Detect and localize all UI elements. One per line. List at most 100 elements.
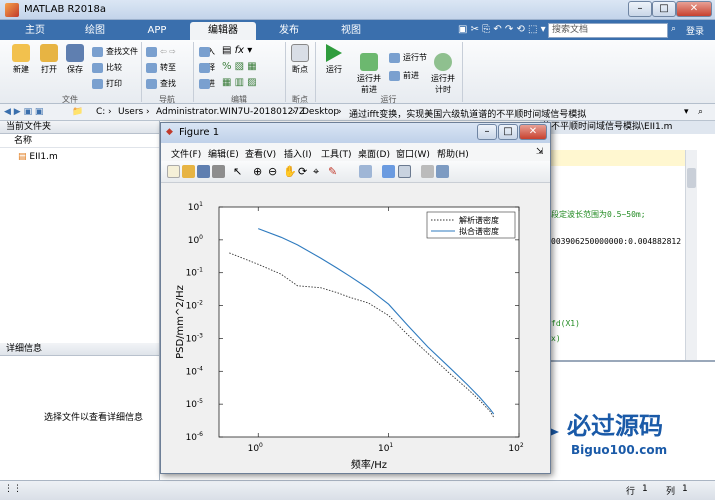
legend-icon[interactable] xyxy=(398,165,411,178)
run-and-time-button[interactable]: 运行并 计时 xyxy=(428,44,458,95)
menubar-dock-icon[interactable]: ⇲ xyxy=(536,147,544,157)
tab-editor[interactable]: 编辑器 xyxy=(190,22,256,40)
save-button[interactable]: 保存 xyxy=(62,44,88,75)
login-link[interactable]: 登录 xyxy=(686,24,704,37)
psd-chart[interactable]: 100 101 10210-610-510-410-310-210-1100101 … xyxy=(165,184,546,471)
breadcrumb-desktop[interactable]: Desktop xyxy=(302,107,339,117)
run-and-advance-button[interactable]: 运行并 前进 xyxy=(354,44,384,95)
breadcrumb-drive[interactable]: C: xyxy=(96,107,105,117)
details-header: 详细信息 xyxy=(0,343,159,356)
run-section-button[interactable]: 运行节 xyxy=(389,52,427,64)
watermark-url: Biguo100.com xyxy=(571,443,667,457)
new-icon xyxy=(12,44,30,62)
menu-view[interactable]: 查看(V) xyxy=(245,147,276,160)
pointer-icon[interactable]: ↖ xyxy=(233,165,246,178)
menu-desktop[interactable]: 桌面(D) xyxy=(358,147,390,160)
figure-maximize-button[interactable]: □ xyxy=(498,124,518,140)
figure-title-bar[interactable]: ◆ Figure 1 – □ ✕ xyxy=(161,123,550,143)
zoom-in-icon[interactable]: ⊕ xyxy=(253,165,266,178)
col-value: 1 xyxy=(682,484,688,494)
figure-menubar: 文件(F) 编辑(E) 查看(V) 插入(I) 工具(T) 桌面(D) 窗口(W… xyxy=(161,143,550,161)
code-line[interactable]: 003906250000000:0.004882812 xyxy=(551,237,681,246)
tab-plots[interactable]: 绘图 xyxy=(66,22,124,40)
address-bar[interactable]: ◀ ▶ ▣ ▣ 📁 C: › Users › Administrator.WIN… xyxy=(0,104,715,121)
comment-tool-icons[interactable]: % ▧ ▦ xyxy=(222,61,257,72)
print-figure-icon[interactable] xyxy=(212,165,225,178)
compare-button[interactable]: 比较 xyxy=(92,62,122,74)
new-figure-icon[interactable] xyxy=(167,165,180,178)
y-tick-label: 10-4 xyxy=(186,365,204,377)
quick-access-icons[interactable]: ▣ ✂ ⎘ ↶ ↷ ⟲ ⬚ ▾ xyxy=(458,24,546,35)
figure-logo-icon: ◆ xyxy=(166,127,173,137)
open-folder-icon xyxy=(40,44,58,62)
row-label: 行 xyxy=(626,487,636,497)
address-browse-icon[interactable]: ⌕ xyxy=(698,107,703,117)
colorbar-icon[interactable] xyxy=(382,165,395,178)
brush-icon[interactable]: ✎ xyxy=(328,165,341,178)
code-line[interactable]: fd(X1) xyxy=(551,319,580,328)
advance-button[interactable]: 前进 xyxy=(389,70,419,82)
minimize-button[interactable]: – xyxy=(628,1,652,17)
code-line[interactable]: 段定波长范围为0.5~50m; xyxy=(551,209,646,220)
insert-button[interactable]: 插入 xyxy=(199,46,215,58)
rotate-icon[interactable]: ⟳ xyxy=(298,165,311,178)
open-file-icon[interactable] xyxy=(182,165,195,178)
figure-window[interactable]: ◆ Figure 1 – □ ✕ 文件(F) 编辑(E) 查看(V) 插入(I)… xyxy=(160,122,551,474)
address-dropdown-icon[interactable]: ▾ xyxy=(684,107,689,117)
back-forward-buttons[interactable]: ⇦ ⇨ xyxy=(146,46,176,58)
tab-publish[interactable]: 发布 xyxy=(258,22,320,40)
column-header-name[interactable]: 名称 xyxy=(0,135,159,148)
save-figure-icon[interactable] xyxy=(197,165,210,178)
open-button[interactable]: 打开 xyxy=(36,44,62,75)
search-input[interactable]: 搜索文档 xyxy=(548,23,668,38)
tab-view[interactable]: 视图 xyxy=(322,22,380,40)
ribbon-divider xyxy=(315,42,316,102)
tab-home[interactable]: 主页 xyxy=(6,22,64,40)
find-file-button[interactable]: 查找文件 xyxy=(92,46,138,58)
pan-icon[interactable]: ✋ xyxy=(283,165,297,178)
link-plot-icon[interactable] xyxy=(359,165,372,178)
breakpoint-icon xyxy=(291,44,309,62)
close-button[interactable]: ✕ xyxy=(676,1,712,17)
y-tick-label: 10-3 xyxy=(186,332,204,344)
new-button[interactable]: 新建 xyxy=(6,44,36,75)
figure-close-button[interactable]: ✕ xyxy=(519,124,547,140)
nav-arrows-icon[interactable]: ◀ ▶ ▣ ▣ xyxy=(4,107,43,117)
search-icon[interactable]: ⌕ xyxy=(671,24,676,34)
breadcrumb-separator: › xyxy=(292,107,296,117)
code-line[interactable]: x) xyxy=(551,334,561,343)
show-plot-tools-icon[interactable] xyxy=(436,165,449,178)
print-button[interactable]: 打印 xyxy=(92,78,122,90)
indent-tool-icons[interactable]: ▦ ▥ ▨ xyxy=(222,77,257,88)
zoom-out-icon[interactable]: ⊖ xyxy=(268,165,281,178)
file-list-item[interactable]: ▤ EII1.m xyxy=(18,152,58,162)
find-button[interactable]: 查找 xyxy=(146,78,176,90)
app-title: MATLAB R2018a xyxy=(24,4,107,15)
legend[interactable]: 解析谱密度 拟合谱密度 xyxy=(426,211,516,239)
menu-tools[interactable]: 工具(T) xyxy=(321,147,352,160)
hide-plot-tools-icon[interactable] xyxy=(421,165,434,178)
menu-file[interactable]: 文件(F) xyxy=(171,147,201,160)
comment-button[interactable]: 注释 xyxy=(199,62,215,74)
editor-scrollbar[interactable] xyxy=(685,150,697,360)
figure-toolbar: ↖ ⊕ ⊖ ✋ ⟳ ⌖ ✎ xyxy=(161,161,550,183)
menu-window[interactable]: 窗口(W) xyxy=(396,147,430,160)
menu-help[interactable]: 帮助(H) xyxy=(437,147,469,160)
breadcrumb-project[interactable]: 通过ifft变换，实现美国六级轨道谱的不平顺时间域信号模拟 xyxy=(349,107,586,120)
run-button[interactable]: 运行 xyxy=(320,44,348,75)
y-tick-label: 10-2 xyxy=(186,300,204,312)
breadcrumb-admin[interactable]: Administrator.WIN7U-20180127Z xyxy=(156,107,305,117)
tab-apps[interactable]: APP xyxy=(126,22,188,40)
data-cursor-icon[interactable]: ⌖ xyxy=(313,165,326,178)
maximize-button[interactable]: □ xyxy=(652,1,676,17)
breakpoints-button[interactable]: 断点 xyxy=(287,44,313,75)
breadcrumb-users[interactable]: Users xyxy=(118,107,143,117)
menu-edit[interactable]: 编辑(E) xyxy=(208,147,239,160)
indent-button[interactable]: 缩进 xyxy=(199,78,215,90)
goto-button[interactable]: 转至 xyxy=(146,62,176,74)
details-panel: 详细信息 选择文件以查看详细信息 xyxy=(0,343,160,480)
scrollbar-thumb[interactable] xyxy=(687,168,696,188)
edit-tool-icons[interactable]: ▤ fx ▾ xyxy=(222,45,252,56)
figure-minimize-button[interactable]: – xyxy=(477,124,497,140)
menu-insert[interactable]: 插入(I) xyxy=(284,147,312,160)
